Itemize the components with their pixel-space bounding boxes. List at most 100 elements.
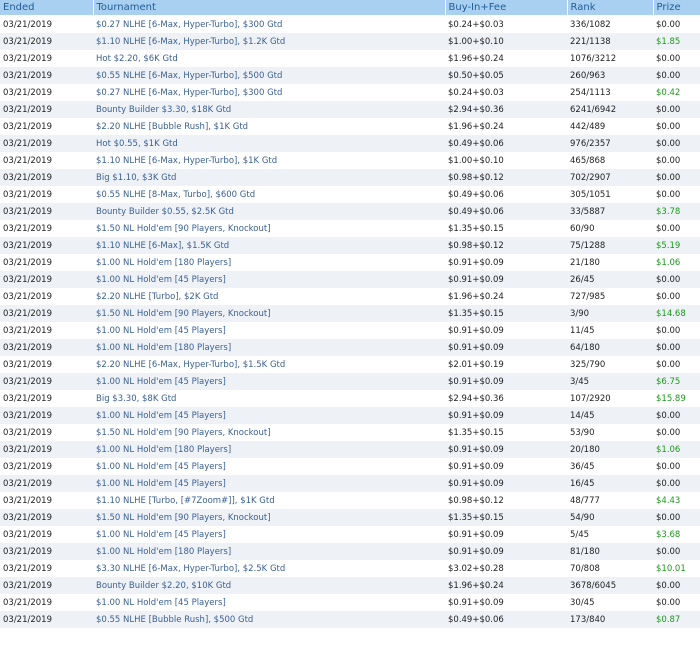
ended-cell: 03/21/2019 [0,118,93,135]
table-row[interactable]: 03/21/2019 $0.55 NLHE [8-Max, Turbo], $60… [0,186,700,203]
ended-cell: 03/21/2019 [0,373,93,390]
ended-cell: 03/21/2019 [0,288,93,305]
table-row[interactable]: 03/21/2019 $1.00 NL Hold'em [180 Players]… [0,543,700,560]
rank-cell: 1076/3212 [567,50,653,67]
tournament-link[interactable]: $1.10 NLHE [6-Max], $1.5K Gtd [93,237,445,254]
table-row[interactable]: 03/21/2019 $1.50 NL Hold'em [90 Players, … [0,220,700,237]
table-row[interactable]: 03/21/2019 Bounty Builder $2.20, $10K Gtd… [0,577,700,594]
prize-cell: $0.00 [653,407,700,424]
tournament-link[interactable]: $1.00 NL Hold'em [45 Players] [93,271,445,288]
tournament-link[interactable]: $2.20 NLHE [Turbo], $2K Gtd [93,288,445,305]
tournament-link[interactable]: $3.30 NLHE [6-Max, Hyper-Turbo], $2.5K G… [93,560,445,577]
table-row[interactable]: 03/21/2019 Bounty Builder $0.55, $2.5K Gt… [0,203,700,220]
column-header-rank[interactable]: Rank [567,0,654,16]
rank-cell: 33/5887 [567,203,653,220]
table-row[interactable]: 03/21/2019 $1.00 NL Hold'em [45 Players] $… [0,271,700,288]
tournament-link[interactable]: $1.10 NLHE [Turbo, [#7Zoom#]], $1K Gtd [93,492,445,509]
table-row[interactable]: 03/21/2019 $0.55 NLHE [6-Max, Hyper-Turbo… [0,67,700,84]
tournament-link[interactable]: $1.00 NL Hold'em [180 Players] [93,339,445,356]
table-row[interactable]: 03/21/2019 $0.27 NLHE [6-Max, Hyper-Turbo… [0,15,700,33]
tournament-link[interactable]: $1.00 NL Hold'em [45 Players] [93,526,445,543]
table-row[interactable]: 03/21/2019 $1.50 NL Hold'em [90 Players, … [0,424,700,441]
tournament-link[interactable]: $1.00 NL Hold'em [180 Players] [93,543,445,560]
ended-cell: 03/21/2019 [0,441,93,458]
tournament-link[interactable]: Bounty Builder $2.20, $10K Gtd [93,577,445,594]
tournament-link[interactable]: $0.55 NLHE [6-Max, Hyper-Turbo], $500 Gt… [93,67,445,84]
tournament-link[interactable]: $1.00 NL Hold'em [45 Players] [93,322,445,339]
table-row[interactable]: 03/21/2019 Big $1.10, $3K Gtd $0.98+$0.12 7… [0,169,700,186]
tournament-link[interactable]: $1.00 NL Hold'em [45 Players] [93,458,445,475]
column-header-prize[interactable]: Prize [653,0,700,16]
tournament-link[interactable]: $0.27 NLHE [6-Max, Hyper-Turbo], $300 Gt… [93,84,445,101]
prize-cell: $3.68 [653,526,700,543]
table-row[interactable]: 03/21/2019 $1.10 NLHE [6-Max, Hyper-Turbo… [0,33,700,50]
buyin-cell: $0.91+$0.09 [445,441,567,458]
table-row[interactable]: 03/21/2019 Big $3.30, $8K Gtd $2.94+$0.36 1… [0,390,700,407]
rank-cell: 20/180 [567,441,653,458]
tournament-link[interactable]: Bounty Builder $0.55, $2.5K Gtd [93,203,445,220]
table-row[interactable]: 03/21/2019 $1.00 NL Hold'em [45 Players] $… [0,373,700,390]
tournament-link[interactable]: $1.50 NL Hold'em [90 Players, Knockout] [93,305,445,322]
rank-cell: 325/790 [567,356,653,373]
tournament-link[interactable]: $1.50 NL Hold'em [90 Players, Knockout] [93,220,445,237]
table-row[interactable]: 03/21/2019 $2.20 NLHE [6-Max, Hyper-Turbo… [0,356,700,373]
table-row[interactable]: 03/21/2019 $2.20 NLHE [Turbo], $2K Gtd $1.… [0,288,700,305]
tournament-link[interactable]: $0.55 NLHE [8-Max, Turbo], $600 Gtd [93,186,445,203]
tournament-link[interactable]: $1.00 NL Hold'em [180 Players] [93,254,445,271]
tournament-link[interactable]: $1.00 NL Hold'em [45 Players] [93,373,445,390]
ended-cell: 03/21/2019 [0,152,93,169]
column-header-buyin[interactable]: Buy-In+Fee [445,0,568,16]
tournament-link[interactable]: $1.00 NL Hold'em [180 Players] [93,441,445,458]
tournament-link[interactable]: $2.20 NLHE [Bubble Rush], $1K Gtd [93,118,445,135]
table-row[interactable]: 03/21/2019 $3.30 NLHE [6-Max, Hyper-Turbo… [0,560,700,577]
table-row[interactable]: 03/21/2019 Hot $0.55, $1K Gtd $0.49+$0.06 9… [0,135,700,152]
tournament-link[interactable]: $1.50 NL Hold'em [90 Players, Knockout] [93,424,445,441]
buyin-cell: $0.91+$0.09 [445,458,567,475]
prize-cell: $0.00 [653,15,700,33]
tournament-link[interactable]: $1.00 NL Hold'em [45 Players] [93,475,445,492]
tournament-link[interactable]: Big $3.30, $8K Gtd [93,390,445,407]
tournament-link[interactable]: $1.10 NLHE [6-Max, Hyper-Turbo], $1K Gtd [93,152,445,169]
table-row[interactable]: 03/21/2019 $0.27 NLHE [6-Max, Hyper-Turbo… [0,84,700,101]
table-row[interactable]: 03/21/2019 $1.00 NL Hold'em [45 Players] $… [0,407,700,424]
tournament-link[interactable]: $0.27 NLHE [6-Max, Hyper-Turbo], $300 Gt… [93,15,445,33]
ended-cell: 03/21/2019 [0,458,93,475]
table-row[interactable]: 03/21/2019 $0.55 NLHE [Bubble Rush], $500… [0,611,700,628]
rank-cell: 53/90 [567,424,653,441]
tournament-link[interactable]: Big $1.10, $3K Gtd [93,169,445,186]
table-row[interactable]: 03/21/2019 $1.10 NLHE [6-Max, Hyper-Turbo… [0,152,700,169]
table-row[interactable]: 03/21/2019 $1.10 NLHE [Turbo, [#7Zoom#]],… [0,492,700,509]
tournament-link[interactable]: $0.55 NLHE [Bubble Rush], $500 Gtd [93,611,445,628]
prize-cell: $0.00 [653,424,700,441]
prize-cell: $14.68 [653,305,700,322]
table-row[interactable]: 03/21/2019 $1.00 NL Hold'em [45 Players] $… [0,475,700,492]
tournament-link[interactable]: $1.10 NLHE [6-Max, Hyper-Turbo], $1.2K G… [93,33,445,50]
column-header-ended[interactable]: Ended [0,0,94,16]
prize-cell: $0.00 [653,356,700,373]
rank-cell: 3/90 [567,305,653,322]
table-row[interactable]: 03/21/2019 $1.50 NL Hold'em [90 Players, … [0,305,700,322]
prize-cell: $0.00 [653,186,700,203]
table-row[interactable]: 03/21/2019 $1.00 NL Hold'em [45 Players] $… [0,594,700,611]
table-row[interactable]: 03/21/2019 $1.00 NL Hold'em [180 Players]… [0,441,700,458]
tournament-link[interactable]: $1.00 NL Hold'em [45 Players] [93,594,445,611]
table-body: 03/21/2019 $0.27 NLHE [6-Max, Hyper-Turbo… [0,15,700,628]
table-row[interactable]: 03/21/2019 $1.00 NL Hold'em [180 Players]… [0,254,700,271]
tournament-link[interactable]: Hot $0.55, $1K Gtd [93,135,445,152]
buyin-cell: $0.91+$0.09 [445,339,567,356]
table-row[interactable]: 03/21/2019 $1.00 NL Hold'em [180 Players]… [0,339,700,356]
table-row[interactable]: 03/21/2019 $1.10 NLHE [6-Max], $1.5K Gtd $… [0,237,700,254]
tournament-link[interactable]: Hot $2.20, $6K Gtd [93,50,445,67]
tournament-link[interactable]: $2.20 NLHE [6-Max, Hyper-Turbo], $1.5K G… [93,356,445,373]
table-row[interactable]: 03/21/2019 $1.00 NL Hold'em [45 Players] $… [0,322,700,339]
table-row[interactable]: 03/21/2019 Hot $2.20, $6K Gtd $1.96+$0.24 1… [0,50,700,67]
table-row[interactable]: 03/21/2019 $1.50 NL Hold'em [90 Players, … [0,509,700,526]
table-row[interactable]: 03/21/2019 $1.00 NL Hold'em [45 Players] $… [0,458,700,475]
table-row[interactable]: 03/21/2019 $2.20 NLHE [Bubble Rush], $1K … [0,118,700,135]
tournament-link[interactable]: Bounty Builder $3.30, $18K Gtd [93,101,445,118]
tournament-link[interactable]: $1.00 NL Hold'em [45 Players] [93,407,445,424]
column-header-tournament[interactable]: Tournament [93,0,446,16]
table-row[interactable]: 03/21/2019 $1.00 NL Hold'em [45 Players] $… [0,526,700,543]
table-row[interactable]: 03/21/2019 Bounty Builder $3.30, $18K Gtd… [0,101,700,118]
tournament-link[interactable]: $1.50 NL Hold'em [90 Players, Knockout] [93,509,445,526]
